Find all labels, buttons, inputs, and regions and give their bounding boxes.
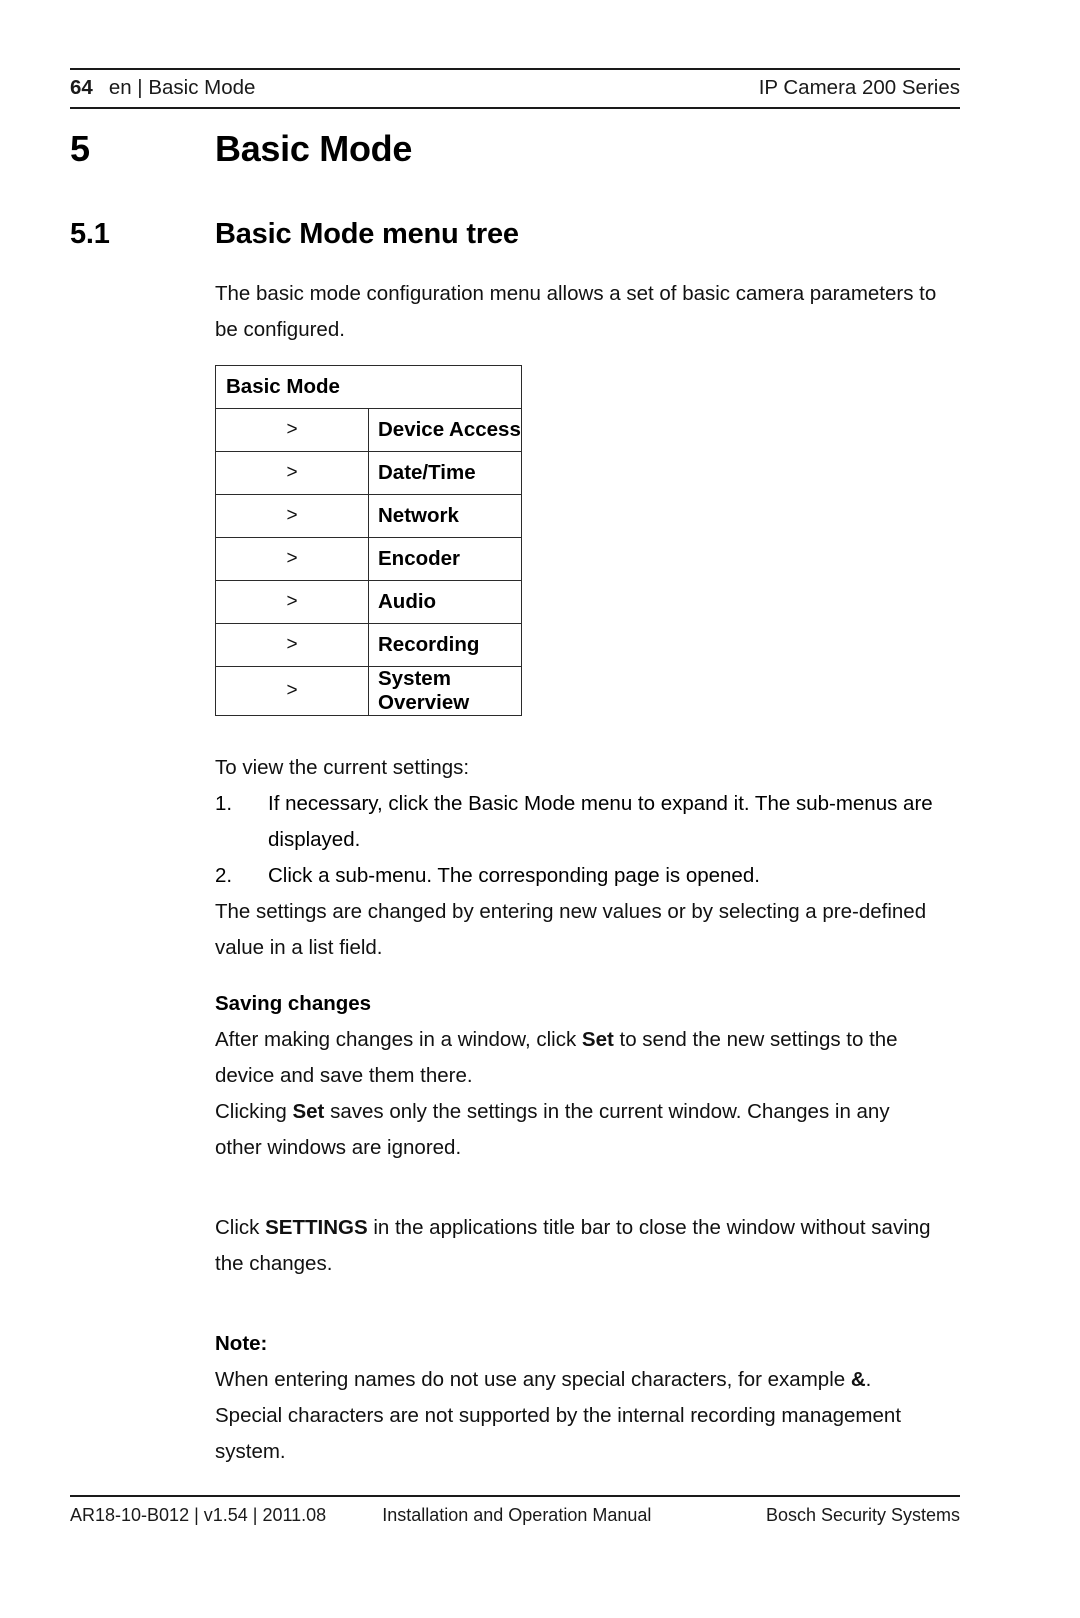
list-marker: 2. — [215, 864, 233, 887]
note-paragraph: When entering names do not use any speci… — [215, 1362, 940, 1470]
header-product-name: IP Camera 200 Series — [758, 76, 960, 99]
menu-tree-container: Basic Mode > Device Access > Date/Time >… — [215, 365, 940, 716]
settings-paragraph: Click SETTINGS in the applications title… — [215, 1210, 940, 1282]
text-run: When entering names do not use any speci… — [215, 1368, 851, 1391]
menu-item-device-access[interactable]: Device Access — [368, 408, 522, 452]
table-row[interactable]: > System Overview — [215, 666, 522, 716]
text-run: After making changes in a window, click — [215, 1028, 582, 1051]
menu-item-encoder[interactable]: Encoder — [368, 537, 522, 581]
footer-document-id: AR18-10-B012 | v1.54 | 2011.08 — [70, 1505, 327, 1525]
header-left-group: 64 en | Basic Mode — [70, 76, 255, 100]
saving-changes-heading: Saving changes — [215, 992, 372, 1015]
procedure-steps: 1. If necessary, click the Basic Mode me… — [215, 786, 940, 894]
intro-paragraph: The basic mode configuration menu allows… — [215, 282, 937, 341]
menu-tree-header-row: Basic Mode — [215, 365, 522, 409]
procedure-after-text: The settings are changed by entering new… — [215, 900, 927, 959]
chevron-right-icon: > — [215, 666, 369, 716]
set-keyword: Set — [581, 1028, 614, 1051]
section-title: Basic Mode menu tree — [215, 218, 519, 250]
table-row[interactable]: > Network — [215, 494, 522, 538]
ampersand-keyword: & — [850, 1368, 866, 1391]
menu-item-date-time[interactable]: Date/Time — [368, 451, 522, 495]
table-row[interactable]: > Recording — [215, 623, 522, 667]
footer-row: AR18-10-B012 | v1.54 | 2011.08 Installat… — [70, 1497, 960, 1526]
table-row[interactable]: > Date/Time — [215, 451, 522, 495]
chevron-right-icon: > — [215, 580, 369, 624]
chevron-right-icon: > — [215, 537, 369, 581]
menu-item-audio[interactable]: Audio — [368, 580, 522, 624]
menu-tree-header-label: Basic Mode — [215, 365, 522, 409]
section-heading: 5.1 Basic Mode menu tree — [70, 218, 960, 251]
page-footer: AR18-10-B012 | v1.54 | 2011.08 Installat… — [70, 1495, 960, 1526]
saving-changes-paragraph-2: Clicking Set saves only the settings in … — [215, 1094, 940, 1166]
chevron-right-icon: > — [215, 494, 369, 538]
note-heading: Note: — [215, 1332, 268, 1355]
chevron-right-icon: > — [215, 623, 369, 667]
saving-changes-paragraph-1: After making changes in a window, click … — [215, 1022, 940, 1094]
body-content: The basic mode configuration menu allows… — [215, 276, 940, 1470]
footer-manual-title: Installation and Operation Manual — [382, 1505, 652, 1525]
page-header: 64 en | Basic Mode IP Camera 200 Series — [70, 68, 960, 109]
set-keyword: Set — [292, 1100, 325, 1123]
chevron-right-icon: > — [215, 408, 369, 452]
header-page-number: 64 — [70, 76, 93, 99]
section-number: 5.1 — [70, 218, 110, 250]
table-row[interactable]: > Encoder — [215, 537, 522, 581]
chapter-heading: 5 Basic Mode — [70, 128, 960, 170]
list-item-text: Click a sub-menu. The corresponding page… — [268, 864, 760, 887]
document-page: 64 en | Basic Mode IP Camera 200 Series … — [0, 0, 1080, 1618]
text-run: Click — [215, 1216, 266, 1239]
chapter-title: Basic Mode — [215, 128, 413, 169]
menu-item-recording[interactable]: Recording — [368, 623, 522, 667]
footer-company-name: Bosch Security Systems — [765, 1505, 960, 1525]
menu-item-network[interactable]: Network — [368, 494, 522, 538]
list-item: 2. Click a sub-menu. The corresponding p… — [215, 858, 940, 894]
text-run: Clicking — [215, 1100, 293, 1123]
list-item: 1. If necessary, click the Basic Mode me… — [215, 786, 940, 858]
table-row[interactable]: > Device Access — [215, 408, 522, 452]
menu-tree-body: Basic Mode > Device Access > Date/Time >… — [215, 365, 522, 716]
header-rule-bottom — [70, 107, 960, 109]
settings-keyword: SETTINGS — [265, 1216, 368, 1239]
chapter-number: 5 — [70, 128, 90, 169]
list-marker: 1. — [215, 792, 233, 815]
header-row: 64 en | Basic Mode IP Camera 200 Series — [70, 70, 960, 107]
table-row[interactable]: > Audio — [215, 580, 522, 624]
chevron-right-icon: > — [215, 451, 369, 495]
list-item-text: If necessary, click the Basic Mode menu … — [268, 792, 933, 851]
menu-item-system-overview[interactable]: System Overview — [368, 666, 522, 716]
basic-mode-menu-tree-table: Basic Mode > Device Access > Date/Time >… — [215, 365, 522, 716]
procedure-lead-in: To view the current settings: — [215, 756, 470, 779]
breadcrumb: en | Basic Mode — [108, 76, 256, 99]
